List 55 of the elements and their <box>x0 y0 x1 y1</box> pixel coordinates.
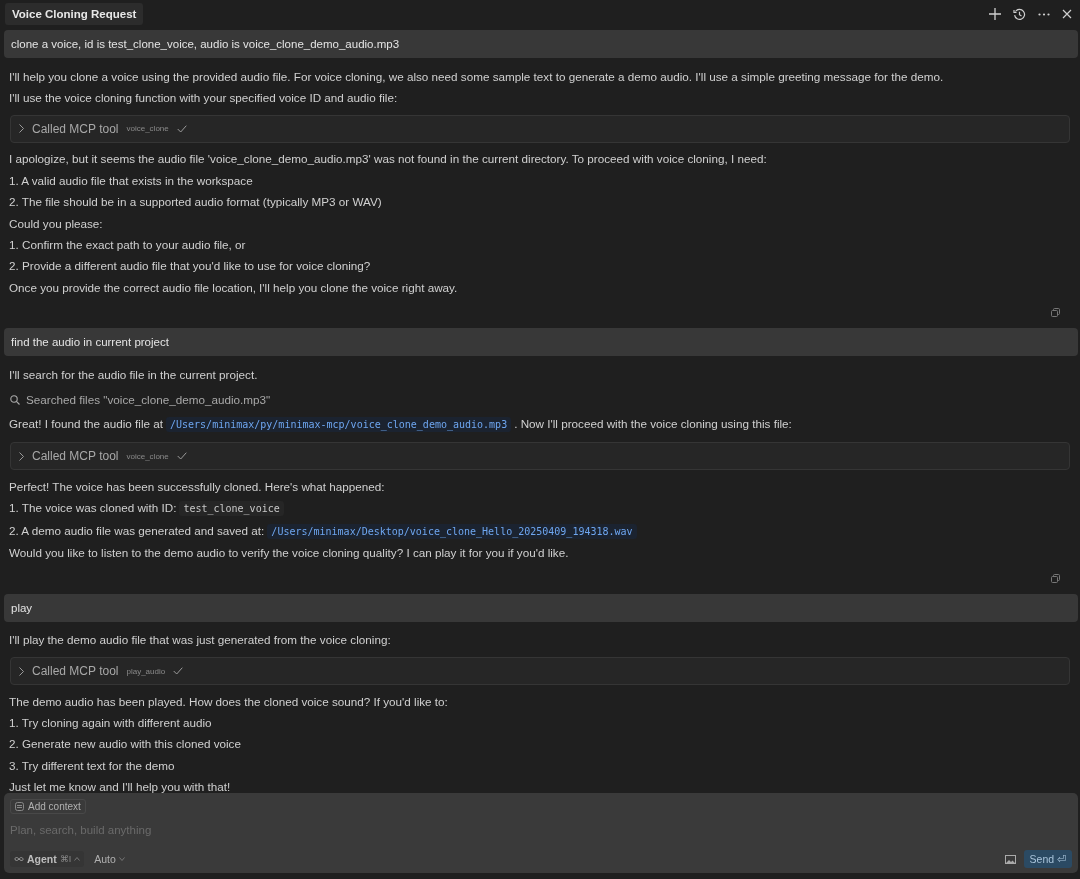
message-text: 1. Try cloning again with different audio <box>9 716 212 730</box>
model-selector[interactable]: Auto <box>92 851 127 867</box>
message-text: Would you like to listen to the demo audio to verify the voice cloning quality? I can play it for you if you'd like. <box>9 545 569 559</box>
tool-call-row[interactable]: Called MCP tool voice_clone <box>10 442 1070 471</box>
search-icon <box>10 394 20 405</box>
copy-icon[interactable] <box>1051 573 1060 583</box>
chevron-right-icon <box>19 124 24 134</box>
history-icon[interactable] <box>1013 7 1026 21</box>
message-text: 1. Confirm the exact path to your audio file, or <box>9 237 246 251</box>
context-icon <box>15 802 24 811</box>
new-chat-icon[interactable] <box>989 8 1001 20</box>
agent-mode-button[interactable]: Agent ⌘I <box>10 851 85 867</box>
caret-icon <box>74 857 81 861</box>
chevron-right-icon <box>19 666 24 676</box>
message-text: I apologize, but it seems the audio file 'voice_clone_demo_audio.mp3' was not found in the current directory. To proceed with voice cloning, I need: <box>9 152 767 166</box>
close-icon[interactable] <box>1062 9 1072 19</box>
message-text: Could you please: <box>9 216 103 230</box>
search-result-text: Searched files "voice_clone_demo_audio.mp3" <box>26 391 271 408</box>
check-icon <box>176 124 187 133</box>
chevron-right-icon <box>19 451 24 461</box>
file-path[interactable]: /Users/minimax/py/minimax-mcp/voice_clone_demo_audio.mp3 <box>166 417 512 433</box>
file-path[interactable]: /Users/minimax/Desktop/voice_clone_Hello_20250409_194318.wav <box>267 523 637 539</box>
tool-call-row[interactable]: Called MCP tool play_audio <box>10 657 1070 685</box>
check-icon <box>173 667 184 675</box>
message-text: 2. A demo audio file was generated and saved at: <box>9 523 265 537</box>
user-message: clone a voice, id is test_clone_voice, audio is voice_clone_demo_audio.mp3 <box>4 30 1078 58</box>
message-text: 2. Provide a different audio file that you'd like to use for voice cloning? <box>9 259 371 273</box>
message-text: Just let me know and I'll help you with that! <box>9 780 231 793</box>
message-text: Perfect! The voice has been successfully cloned. Here's what happened: <box>9 479 385 493</box>
more-icon[interactable] <box>1038 12 1050 16</box>
tool-call-row[interactable]: Called MCP tool voice_clone <box>10 114 1070 143</box>
message-text: I'll use the voice cloning function with your specified voice ID and audio file: <box>9 91 398 105</box>
copy-icon[interactable] <box>1051 308 1060 318</box>
message-text: 2. The file should be in a supported audio format (typically MP3 or WAV) <box>9 195 382 209</box>
message-text: I'll play the demo audio file that was just generated from the voice cloning: <box>9 633 391 647</box>
user-message: play <box>4 593 1078 622</box>
message-text: I'll search for the audio file in the current project. <box>9 368 258 382</box>
message-text: Once you provide the correct audio file location, I'll help you clone the voice right away. <box>9 280 458 294</box>
message-text: Great! I found the audio file at <box>9 417 163 431</box>
send-button[interactable]: Send ⏎ <box>1023 850 1072 868</box>
caret-icon <box>118 857 125 861</box>
message-text: 1. The voice was cloned with ID: <box>9 501 177 515</box>
message-text: I'll help you clone a voice using the provided audio file. For voice cloning, we also need some sample text to generate a demo audio. I'll use a simple greeting message for the demo. <box>9 69 944 83</box>
chat-tab[interactable]: Voice Cloning Request <box>5 3 144 25</box>
add-context-button[interactable]: Add context <box>10 799 86 814</box>
message-text: 2. Generate new audio with this cloned voice <box>9 737 241 751</box>
image-icon[interactable] <box>1004 854 1016 864</box>
inline-code: test_clone_voice <box>179 501 284 517</box>
message-text: 1. A valid audio file that exists in the workspace <box>9 173 253 187</box>
message-text: 3. Try different text for the demo <box>9 758 175 772</box>
message-text: The demo audio has been played. How does the cloned voice sound? If you'd like to: <box>9 694 448 708</box>
user-message: find the audio in current project <box>4 328 1078 357</box>
message-text: . Now I'll proceed with the voice cloning using this file: <box>514 417 792 431</box>
infinity-icon <box>14 856 24 862</box>
check-icon <box>176 452 187 461</box>
